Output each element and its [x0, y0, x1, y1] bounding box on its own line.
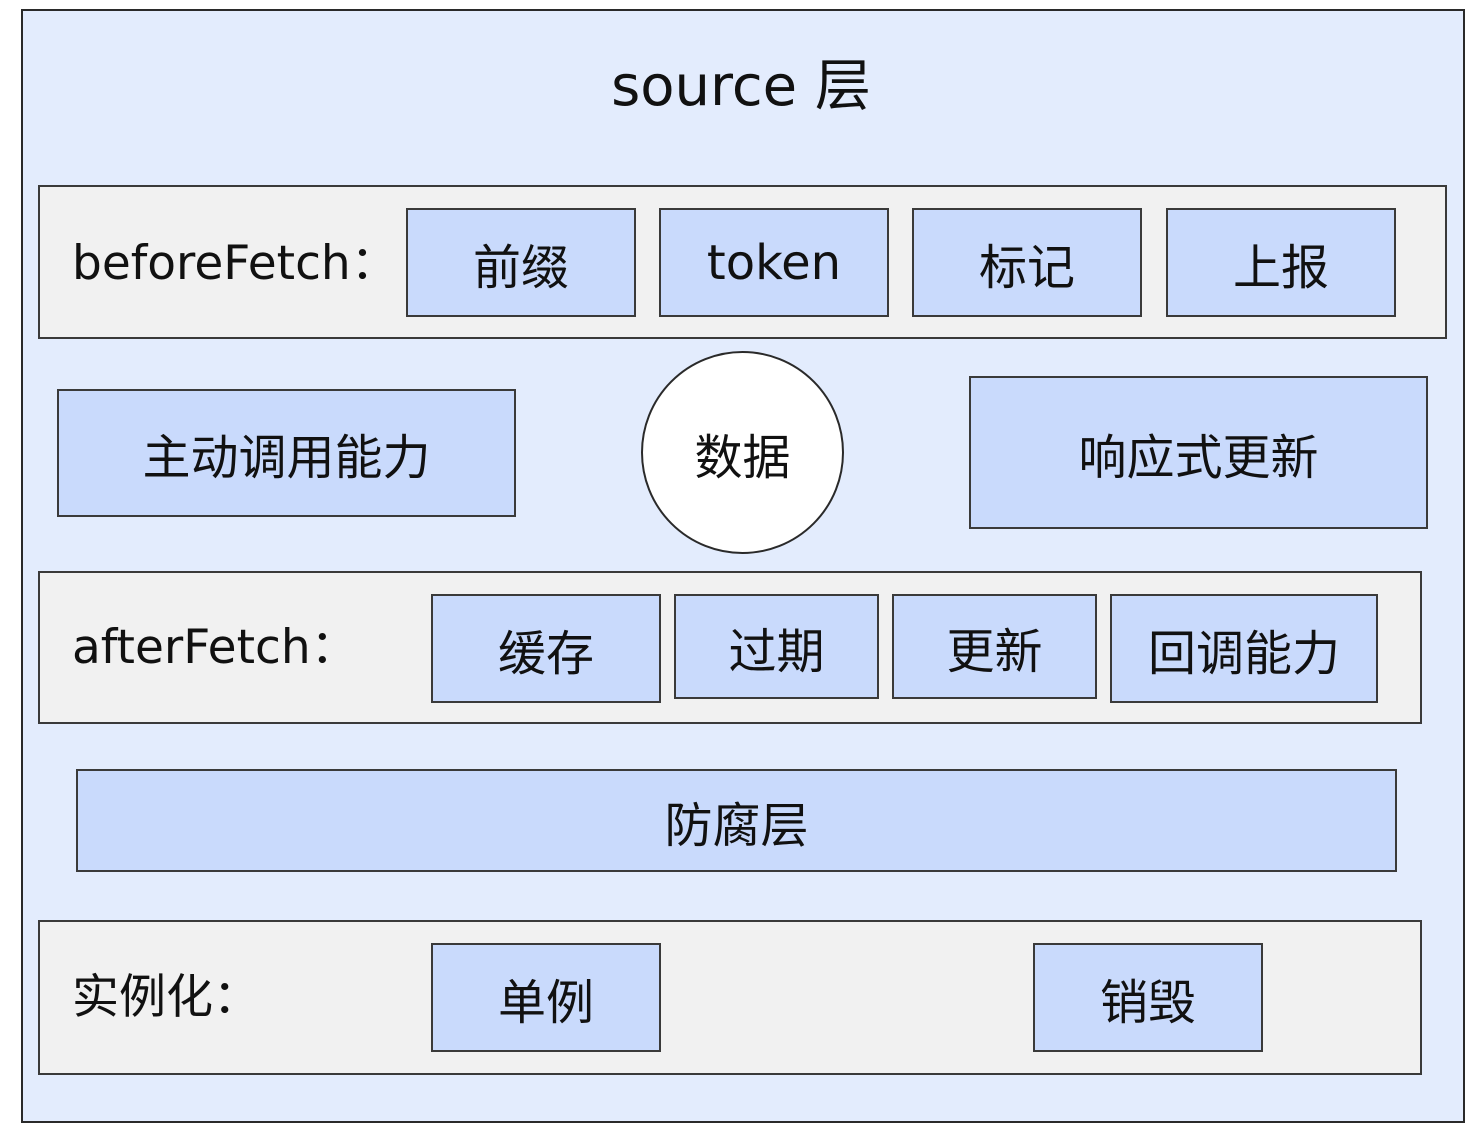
- diagram-title: source 层: [611, 54, 871, 119]
- reactive-update-box: 响应式更新: [969, 376, 1428, 529]
- before-fetch-item-token: token: [659, 208, 889, 317]
- instantiation-item-destroy: 销毁: [1033, 943, 1263, 1052]
- after-fetch-label: afterFetch：: [72, 620, 358, 675]
- after-fetch-item-update: 更新: [892, 594, 1097, 699]
- anticorruption-layer-box: 防腐层: [76, 769, 1397, 872]
- before-fetch-item-report: 上报: [1166, 208, 1396, 317]
- instantiation-label: 实例化：: [72, 970, 260, 1025]
- before-fetch-item-mark: 标记: [912, 208, 1142, 317]
- after-fetch-item-expire: 过期: [674, 594, 879, 699]
- after-fetch-item-callback: 回调能力: [1110, 594, 1378, 703]
- before-fetch-label: beforeFetch：: [72, 236, 398, 291]
- after-fetch-item-cache: 缓存: [431, 594, 661, 703]
- before-fetch-item-prefix: 前缀: [406, 208, 636, 317]
- active-call-box: 主动调用能力: [57, 389, 516, 517]
- data-circle: 数据: [641, 351, 844, 554]
- instantiation-item-singleton: 单例: [431, 943, 661, 1052]
